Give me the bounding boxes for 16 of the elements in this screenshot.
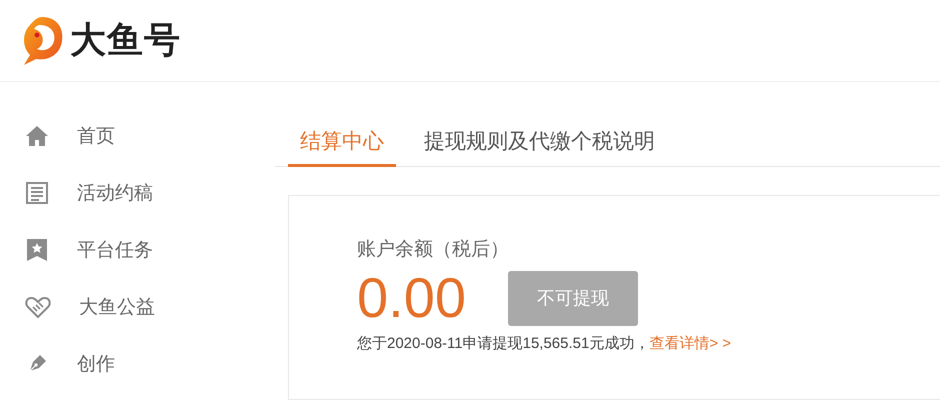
balance-amount: 0.00 (357, 266, 466, 330)
notice-text: 您于2020-08-11申请提现15,565.51元成功， (357, 335, 650, 352)
tab[interactable]: 结算中心 (288, 117, 396, 167)
home-icon (25, 124, 49, 148)
sidebar-item[interactable]: 大鱼公益 (0, 278, 275, 335)
heart-icon (25, 294, 51, 318)
sidebar-item[interactable]: 首页 (0, 107, 275, 164)
sidebar-item[interactable]: 平台任务 (0, 221, 275, 278)
sidebar-item[interactable]: 活动约稿 (0, 164, 275, 221)
details-link[interactable]: 查看详情> > (649, 335, 732, 352)
newspaper-icon (25, 180, 49, 204)
logo-text: 大鱼号 (70, 18, 181, 62)
tab[interactable]: 提现规则及代缴个税说明 (412, 117, 667, 167)
balance-label: 账户余额（税后） (357, 238, 510, 262)
sidebar-item[interactable]: 创作 (0, 335, 275, 392)
star-bookmark-icon (25, 238, 49, 262)
